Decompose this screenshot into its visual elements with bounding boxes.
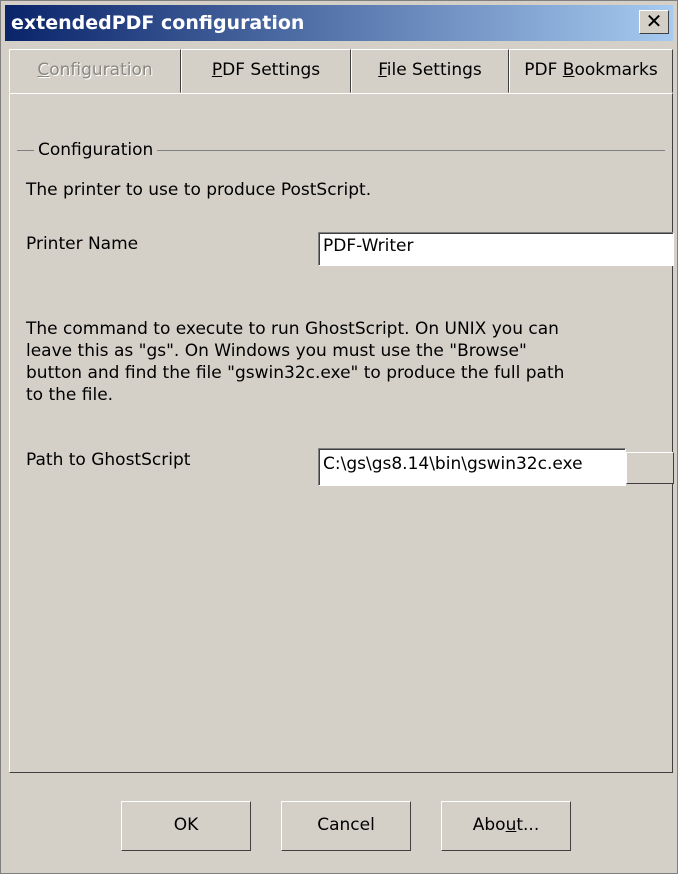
printer-name-value: PDF-Writer [323,236,414,256]
config-window: extendedPDF configuration ✕ Configuratio… [0,0,678,874]
tab-pdf-bookmarks[interactable]: PDF Bookmarks [509,49,673,93]
tab-file-settings[interactable]: File Settings [351,49,509,93]
printer-description: The printer to use to produce PostScript… [26,180,372,200]
title-bar[interactable]: extendedPDF configuration ✕ [5,5,673,41]
configuration-panel: Configuration The printer to use to prod… [9,93,674,773]
group-legend: Configuration [34,140,158,160]
close-button[interactable]: ✕ [639,10,669,34]
printer-name-label: Printer Name [26,234,139,254]
ghostscript-path-label: Path to GhostScript [26,450,191,470]
ghostscript-path-value: C:\gs\gs8.14\bin\gswin32c.exe [323,454,583,474]
cancel-button[interactable]: Cancel [281,801,411,851]
printer-name-input[interactable]: PDF-Writer [318,232,674,266]
ok-button[interactable]: OK [121,801,251,851]
window-title: extendedPDF configuration [11,12,305,34]
tab-configuration[interactable]: Configuration [9,49,181,93]
tab-pdf-settings[interactable]: PDF Settings [181,49,351,93]
ghostscript-description: The command to execute to run GhostScrip… [26,319,565,405]
browse-button[interactable] [626,452,674,484]
about-button[interactable]: About... [441,801,571,851]
ghostscript-path-input[interactable]: C:\gs\gs8.14\bin\gswin32c.exe [318,448,626,486]
tab-strip: Configuration PDF Settings File Settings… [9,49,673,93]
close-icon: ✕ [645,9,663,33]
